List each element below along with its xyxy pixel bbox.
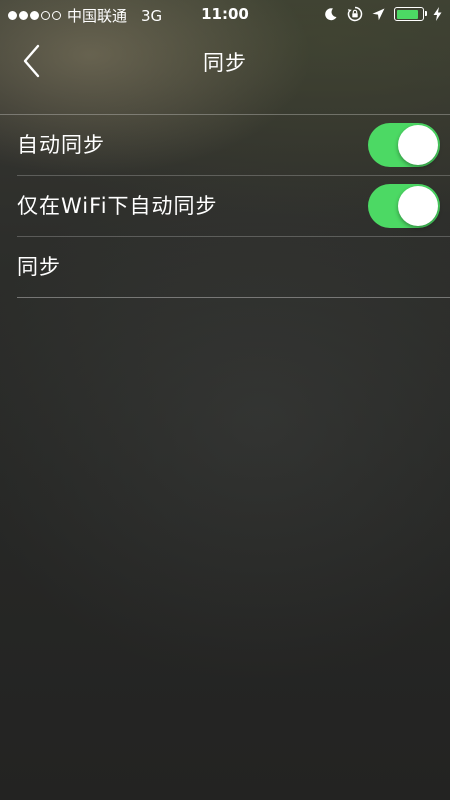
battery-icon: [394, 7, 427, 21]
auto-sync-toggle[interactable]: [368, 123, 440, 167]
charging-bolt-icon: [433, 7, 442, 21]
status-bar: 中国联通 3G 11:00: [0, 0, 450, 30]
wifi-only-sync-toggle[interactable]: [368, 184, 440, 228]
rotation-lock-icon: [347, 6, 363, 22]
setting-sync-now[interactable]: 同步: [0, 237, 450, 298]
setting-label: 自动同步: [17, 133, 105, 157]
setting-auto-sync: 自动同步: [0, 115, 450, 176]
location-arrow-icon: [372, 8, 385, 20]
divider: [17, 297, 450, 298]
toggle-knob: [398, 125, 438, 165]
settings-list: 自动同步 仅在WiFi下自动同步 同步: [0, 115, 450, 298]
moon-icon: [325, 8, 337, 21]
status-icons: [324, 6, 442, 22]
toggle-knob: [398, 186, 438, 226]
navigation-bar: 同步: [0, 30, 450, 114]
setting-label: 同步: [17, 255, 61, 279]
page-title: 同步: [203, 51, 247, 75]
setting-label: 仅在WiFi下自动同步: [17, 194, 218, 218]
battery-level: [396, 9, 418, 19]
setting-wifi-only-sync: 仅在WiFi下自动同步: [0, 176, 450, 237]
